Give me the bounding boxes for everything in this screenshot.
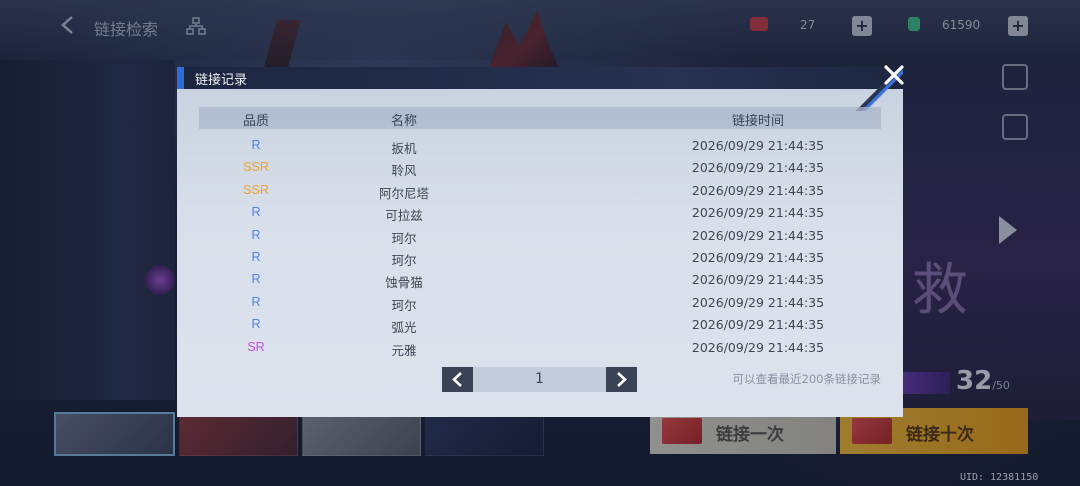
table-row: SSR 聆风 2026/09/29 21:44:35 <box>199 157 881 179</box>
prev-page-button[interactable] <box>442 367 473 392</box>
record-name: 珂尔 <box>391 252 417 268</box>
record-time: 2026/09/29 21:44:35 <box>691 205 825 221</box>
record-quality: R <box>251 227 261 242</box>
record-quality: R <box>251 249 261 264</box>
record-limit-hint: 可以查看最近200条链接记录 <box>732 372 881 386</box>
table-row: R 珂尔 2026/09/29 21:44:35 <box>199 247 881 269</box>
record-name: 阿尔尼塔 <box>378 185 429 201</box>
column-header-time: 链接时间 <box>731 114 784 129</box>
record-time: 2026/09/29 21:44:35 <box>691 294 825 310</box>
table-row: R 珂尔 2026/09/29 21:44:35 <box>199 292 881 314</box>
record-time: 2026/09/29 21:44:35 <box>691 138 825 153</box>
next-page-button[interactable] <box>606 367 637 392</box>
record-time: 2026/09/29 21:44:35 <box>691 339 825 355</box>
record-time: 2026/09/29 21:44:35 <box>691 160 825 176</box>
link-record-dialog: 链接记录 品质 名称 链接时间 R 扳机 2026/09/29 21:44:35 SS… <box>177 67 903 417</box>
record-time: 2026/09/29 21:44:35 <box>691 272 825 288</box>
table-row: R 珂尔 2026/09/29 21:44:35 <box>199 225 881 247</box>
record-time: 2026/09/29 21:44:35 <box>691 249 825 265</box>
close-icon <box>884 65 904 85</box>
column-header-quality: 品质 <box>242 114 269 129</box>
dialog-header: 链接记录 <box>177 67 903 89</box>
record-quality: R <box>251 317 261 332</box>
record-time: 2026/09/29 21:44:35 <box>691 182 825 198</box>
record-time: 2026/09/29 21:44:35 <box>691 227 825 243</box>
table-row: SSR 阿尔尼塔 2026/09/29 21:44:35 <box>199 180 881 202</box>
column-header-name: 名称 <box>390 114 417 129</box>
header-accent-bar <box>177 67 184 89</box>
record-name: 可拉兹 <box>385 208 423 224</box>
record-name: 蚀骨猫 <box>385 275 423 291</box>
record-quality: R <box>251 294 261 309</box>
table-row: R 蚀骨猫 2026/09/29 21:44:35 <box>199 269 881 291</box>
table-row: R 弧光 2026/09/29 21:44:35 <box>199 314 881 336</box>
record-quality: R <box>251 205 261 220</box>
record-name: 扳机 <box>391 141 417 156</box>
record-name: 元雅 <box>391 342 417 358</box>
dialog-title: 链接记录 <box>195 73 248 88</box>
chevron-right-icon <box>617 372 627 387</box>
page-number: 1 <box>473 367 606 392</box>
record-quality: R <box>251 272 261 287</box>
record-quality: SSR <box>243 182 269 197</box>
table-row: R 扳机 2026/09/29 21:44:35 <box>199 135 881 157</box>
close-dialog-button[interactable] <box>880 63 908 91</box>
record-quality: SR <box>247 339 265 354</box>
record-list: R 扳机 2026/09/29 21:44:35 SSR 聆风 2026/09/29 21… <box>199 135 881 359</box>
chevron-left-icon <box>452 372 462 387</box>
table-row: SR 元雅 2026/09/29 21:44:35 <box>199 337 881 359</box>
table-header: 品质 名称 链接时间 <box>199 107 881 129</box>
record-quality: SSR <box>243 160 269 175</box>
record-name: 聆风 <box>391 163 417 179</box>
record-name: 珂尔 <box>391 230 417 246</box>
record-time: 2026/09/29 21:44:35 <box>691 317 825 333</box>
record-name: 弧光 <box>391 320 417 336</box>
table-row: R 可拉兹 2026/09/29 21:44:35 <box>199 202 881 224</box>
record-name: 珂尔 <box>391 297 417 313</box>
record-quality: R <box>251 138 261 152</box>
